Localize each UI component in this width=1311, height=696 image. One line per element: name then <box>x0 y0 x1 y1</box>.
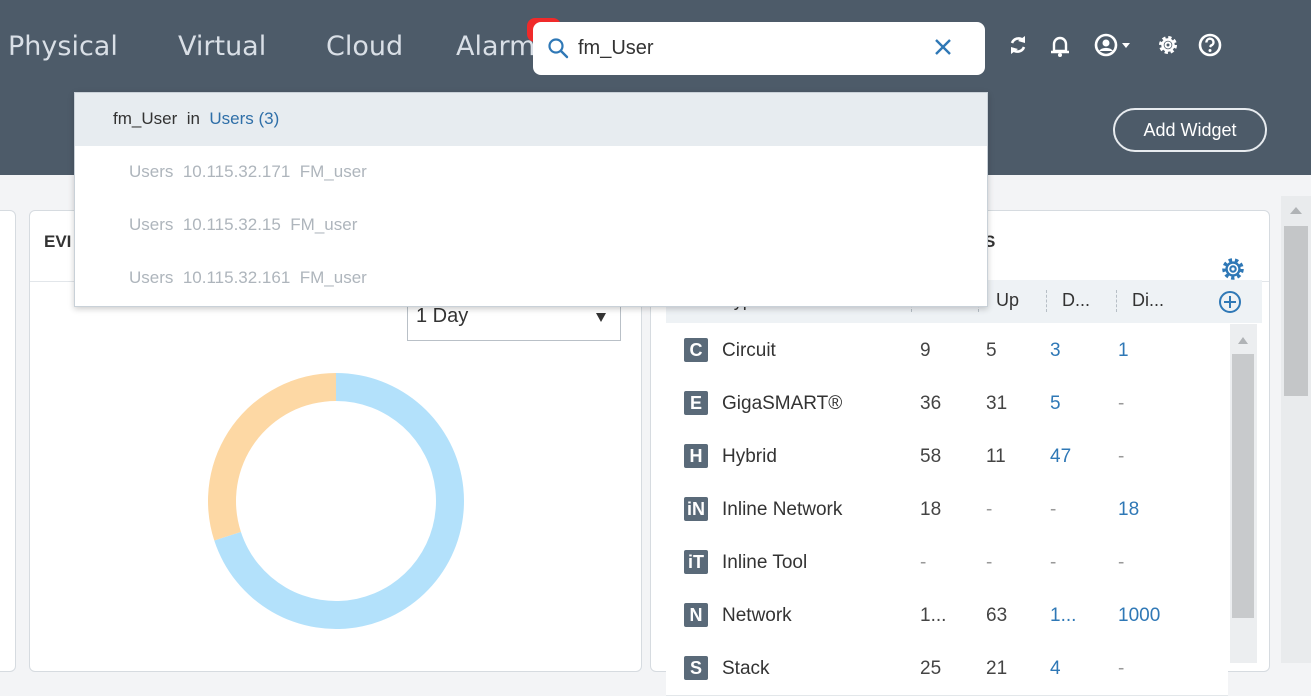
tab-cloud[interactable]: Cloud <box>326 31 403 62</box>
suggestion-query: fm_User <box>113 109 178 128</box>
help-icon[interactable] <box>1197 32 1223 58</box>
port-row[interactable]: iN Inline Network 18 - - 18 <box>666 483 1228 537</box>
total-count: 9 <box>920 340 931 361</box>
total-count: 58 <box>920 446 942 467</box>
events-widget-title: EVI <box>44 232 72 251</box>
port-type-name: Inline Tool <box>722 552 808 573</box>
refresh-icon[interactable] <box>1005 32 1031 58</box>
add-column-icon[interactable] <box>1218 290 1242 314</box>
search-input[interactable]: fm_User <box>578 37 654 60</box>
port-row[interactable]: N Network 1... 63 1... 1000 <box>666 589 1228 643</box>
port-type-badge: N <box>684 603 708 627</box>
port-type-name: Inline Network <box>722 499 843 520</box>
chevron-down-icon <box>596 313 606 322</box>
total-count: - <box>920 552 927 573</box>
port-type-name: Hybrid <box>722 446 777 467</box>
table-scrollbar-thumb[interactable] <box>1232 354 1254 618</box>
port-type-badge: iN <box>684 497 708 521</box>
up-count: 31 <box>986 393 1008 414</box>
search-suggestions-dropdown: fm_User in Users (3) Users 10.115.32.171… <box>74 92 988 307</box>
search-result-text: Users 10.115.32.15 FM_user <box>129 215 358 234</box>
clear-search-icon[interactable] <box>931 35 955 59</box>
total-count: 25 <box>920 658 942 679</box>
port-type-badge: S <box>684 656 708 680</box>
down-count[interactable]: 5 <box>1050 393 1061 415</box>
disabled-count[interactable]: 1 <box>1118 340 1129 362</box>
search-result-item[interactable]: Users 10.115.32.15 FM_user <box>75 199 987 252</box>
events-donut-chart <box>207 373 464 629</box>
scroll-up-arrow-icon[interactable] <box>1237 336 1249 346</box>
donut-segment-1[interactable] <box>207 373 336 541</box>
up-count: 5 <box>986 340 997 361</box>
global-search-box[interactable]: fm_User <box>533 22 985 75</box>
port-row[interactable]: S Stack 25 21 4 - <box>666 642 1228 696</box>
suggestion-in: in <box>186 109 200 128</box>
search-category-result[interactable]: fm_User in Users (3) <box>75 93 987 146</box>
disabled-count: - <box>1118 446 1125 467</box>
time-range-value: 1 Day <box>416 305 469 327</box>
col-up[interactable]: Up <box>996 290 1019 311</box>
search-result-item[interactable]: Users 10.115.32.161 FM_user <box>75 252 987 305</box>
up-count: 11 <box>986 446 1006 467</box>
disabled-count: - <box>1118 552 1125 573</box>
down-count[interactable]: 1... <box>1050 605 1076 627</box>
port-type-name: GigaSMART® <box>722 393 843 414</box>
down-count[interactable]: 4 <box>1050 658 1061 680</box>
col-down[interactable]: D... <box>1062 290 1090 311</box>
suggestion-category-link[interactable]: Users (3) <box>209 109 279 128</box>
total-count: 1... <box>920 605 947 626</box>
search-icon <box>548 38 569 59</box>
port-type-badge: H <box>684 444 708 468</box>
left-edge-panel <box>0 210 16 672</box>
search-result-item[interactable]: Users 10.115.32.171 FM_user <box>75 146 987 199</box>
settings-gear-icon[interactable] <box>1155 32 1181 58</box>
notifications-bell-icon[interactable] <box>1047 32 1073 58</box>
port-row[interactable]: iT Inline Tool - - - - <box>666 536 1228 590</box>
suggestion-text: fm_User in Users (3) <box>113 109 279 129</box>
port-type-badge: E <box>684 391 708 415</box>
page-scroll-up-arrow-icon[interactable] <box>1289 206 1303 216</box>
disabled-count: - <box>1118 658 1125 679</box>
add-widget-button[interactable]: Add Widget <box>1113 108 1267 152</box>
tab-alarms[interactable]: Alarm <box>456 31 535 62</box>
up-count: - <box>986 499 993 520</box>
disabled-count[interactable]: 18 <box>1118 499 1139 521</box>
search-result-text: Users 10.115.32.171 FM_user <box>129 162 367 181</box>
page-scrollbar-thumb[interactable] <box>1284 226 1308 396</box>
down-count: - <box>1050 552 1057 573</box>
down-count: - <box>1050 499 1057 520</box>
total-count: 18 <box>920 499 942 520</box>
down-count[interactable]: 47 <box>1050 446 1071 468</box>
user-account-icon[interactable] <box>1094 32 1134 58</box>
port-row[interactable]: H Hybrid 58 11 47 - <box>666 430 1228 484</box>
port-row[interactable]: E GigaSMART® 36 31 5 - <box>666 377 1228 431</box>
col-disabled[interactable]: Di... <box>1132 290 1164 311</box>
tab-physical[interactable]: Physical <box>8 31 118 62</box>
up-count: 63 <box>986 605 1008 626</box>
up-count: - <box>986 552 993 573</box>
up-count: 21 <box>986 658 1008 679</box>
total-count: 36 <box>920 393 942 414</box>
disabled-count: - <box>1118 393 1125 414</box>
port-type-name: Network <box>722 605 792 626</box>
port-type-name: Stack <box>722 658 770 679</box>
disabled-count[interactable]: 1000 <box>1118 605 1160 627</box>
port-type-badge: C <box>684 338 708 362</box>
port-type-name: Circuit <box>722 340 776 361</box>
column-divider <box>1116 290 1117 312</box>
search-result-text: Users 10.115.32.161 FM_user <box>129 268 367 287</box>
port-type-badge: iT <box>684 550 708 574</box>
port-row[interactable]: C Circuit 9 5 3 1 <box>666 324 1228 378</box>
down-count[interactable]: 3 <box>1050 340 1061 362</box>
widget-settings-gear-icon[interactable] <box>1219 255 1247 283</box>
column-divider <box>1046 290 1047 312</box>
tab-virtual[interactable]: Virtual <box>178 31 266 62</box>
